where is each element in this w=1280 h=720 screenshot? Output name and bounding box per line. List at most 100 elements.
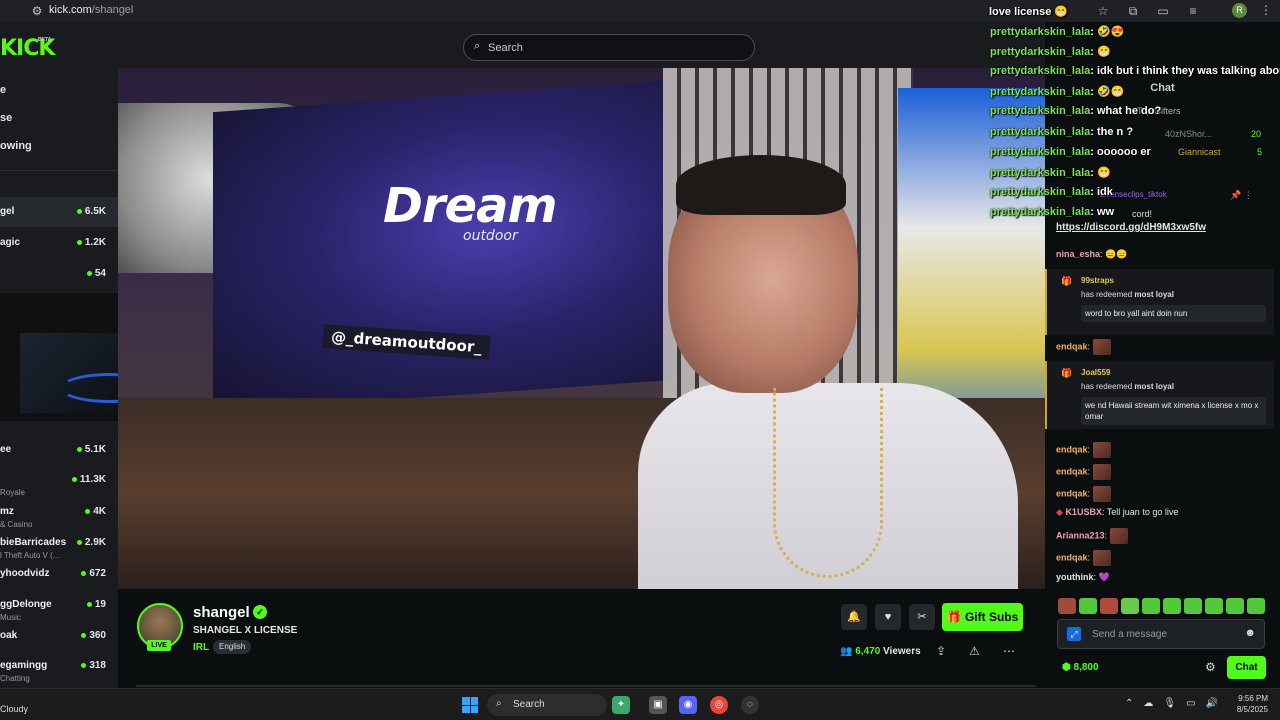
overlay-chat-user: prettydarkskin_lala [990, 167, 1091, 179]
channel-name: ee [0, 444, 12, 455]
chat-username[interactable]: nina_esha [1056, 249, 1100, 259]
overlay-chat-line: prettydarkskin_lala: 😁 [990, 166, 1111, 179]
obs-icon[interactable]: ◌ [741, 696, 759, 714]
sidebar-channel[interactable]: agic 1.2K [0, 228, 118, 258]
chat-username[interactable]: endqak [1056, 552, 1088, 562]
network-icon[interactable]: ☁ [1143, 698, 1153, 709]
sidebar-nav-home[interactable]: e [0, 84, 6, 96]
emote-button[interactable] [1142, 598, 1160, 614]
chrome-icon[interactable]: ◎ [710, 696, 728, 714]
channel-name: mz [0, 506, 14, 517]
channel-viewer-count: 360 [89, 630, 106, 641]
clip-icon[interactable]: ✂ [909, 604, 935, 630]
channel-points[interactable]: ⬢ 8,800 [1062, 662, 1099, 673]
emote-button[interactable] [1121, 598, 1139, 614]
viewer-count: 2.9K [76, 537, 106, 548]
emote-button[interactable] [1184, 598, 1202, 614]
send-options-icon[interactable]: ⤢ [1067, 627, 1081, 641]
viewer-count: 672 [81, 568, 106, 579]
overlay-chat-line: prettydarkskin_lala: idk but i think the… [990, 65, 1280, 77]
emote-button[interactable] [1205, 598, 1223, 614]
sidebar-channel[interactable]: Royale 11.3K [0, 466, 118, 497]
notification-bell-icon[interactable]: 🔔 [841, 604, 867, 630]
task-view-icon[interactable]: ▣ [649, 696, 667, 714]
redeem-username[interactable]: 99straps [1081, 276, 1114, 285]
system-clock[interactable]: 9:56 PM 8/5/2025 [1220, 693, 1268, 715]
live-dot-icon [81, 662, 87, 668]
emote [1109, 528, 1128, 544]
chat-send-button[interactable]: Chat [1227, 656, 1266, 679]
redeem-username[interactable]: Joal559 [1081, 368, 1110, 377]
emote-button[interactable] [1079, 598, 1097, 614]
sidebar-channel[interactable]: 54 [0, 259, 118, 289]
chat-message: endqak: [1056, 442, 1111, 458]
chevron-up-icon[interactable]: ⌃ [1125, 698, 1133, 709]
sidebar-channel[interactable]: ggDelonge Music 19 [0, 598, 118, 628]
sidebar-channel[interactable]: ee 5.1K [0, 435, 118, 465]
site-info-icon[interactable]: ⚙ [30, 4, 44, 18]
chat-username[interactable]: endqak [1056, 488, 1088, 498]
viewer-count: 6.5K [76, 206, 106, 217]
overlay-chat: love license 😁 prettydarkskin_lala: 🤣😍 p… [986, 0, 1280, 225]
search-input[interactable]: ⌕ Search [463, 34, 755, 61]
live-dot-icon [76, 539, 82, 545]
emote-button[interactable] [1226, 598, 1244, 614]
follow-heart-icon[interactable]: ♥ [875, 604, 901, 630]
display-icon[interactable]: ▭ [1186, 698, 1195, 709]
streamer-name[interactable]: shangel [193, 604, 250, 621]
chat-username[interactable]: endqak [1056, 466, 1088, 476]
language-tag[interactable]: English [213, 640, 252, 654]
report-icon[interactable]: ⚠ [969, 644, 980, 658]
more-options-icon[interactable]: ⋯ [1003, 644, 1015, 658]
taskbar-search[interactable]: ⌕ Search [487, 694, 607, 716]
sidebar-channel[interactable]: gel 6.5K [0, 197, 118, 227]
sidebar-channel[interactable]: egamingg Chatting 318 [0, 660, 118, 690]
emote [1092, 339, 1111, 355]
copilot-icon[interactable]: ✦ [612, 696, 630, 714]
address-bar[interactable]: kick.com/shangel [49, 4, 133, 16]
weather-widget[interactable]: Cloudy [0, 704, 28, 714]
viewers-label: Viewers [883, 646, 921, 657]
chat-username[interactable]: endqak [1056, 341, 1088, 351]
microphone-icon[interactable]: 🎙 [1163, 698, 1176, 709]
volume-icon[interactable]: 🔊 [1206, 698, 1218, 709]
emoji-icon[interactable]: ☻ [1244, 627, 1256, 639]
chat-text: : 😑😑 [1100, 249, 1128, 259]
emote-button[interactable] [1100, 598, 1118, 614]
emote-button[interactable] [1163, 598, 1181, 614]
clock-time: 9:56 PM [1238, 694, 1268, 703]
gold-chain [773, 388, 883, 578]
emote [1092, 442, 1111, 458]
sidebar-channel[interactable]: bieBarricades l Theft Auto V (... 2.9K [0, 536, 118, 566]
gift-subs-button[interactable]: 🎁 Gift Subs [942, 603, 1023, 631]
channel-name: egamingg [0, 660, 48, 671]
sidebar-channel[interactable]: mz & Casino 4K [0, 505, 118, 535]
overlay-chat-text: love license [989, 6, 1052, 18]
windows-start-icon[interactable] [462, 697, 478, 713]
chat-username[interactable]: K1USBX [1065, 507, 1102, 517]
channel-name: gel [0, 206, 15, 217]
chat-username[interactable]: endqak [1056, 444, 1088, 454]
chat-message-input[interactable]: ⤢ Send a message ☻ [1057, 619, 1265, 649]
overlay-chat-text: : idk but i think they was talking about [1090, 65, 1280, 77]
sidebar-nav-following[interactable]: owing [0, 140, 32, 152]
emote-button[interactable] [1247, 598, 1265, 614]
viewer-count: 54 [86, 268, 106, 279]
overlay-chat-user: prettydarkskin_lala [990, 65, 1091, 77]
category-link[interactable]: IRL [193, 642, 209, 653]
redeem-reward: most loyal [1134, 382, 1174, 391]
sidebar-channel[interactable]: yhoodvidz 672 [0, 567, 118, 597]
chat-settings-icon[interactable]: ⚙ [1205, 660, 1216, 674]
share-icon[interactable]: ⇪ [936, 644, 946, 658]
live-dot-icon [76, 208, 82, 214]
sidebar-nav-browse[interactable]: se [0, 112, 12, 124]
chat-username[interactable]: youthink [1056, 572, 1094, 582]
channel-category: Chatting [0, 674, 30, 683]
discord-icon[interactable]: ◉ [679, 696, 697, 714]
emote-button[interactable] [1058, 598, 1076, 614]
sidebar-channel[interactable]: oak 360 [0, 629, 118, 659]
video-player[interactable]: Dream outdoor @_dreamoutdoor_ [118, 68, 1045, 589]
channel-category: Music [0, 613, 21, 622]
chat-username[interactable]: Arianna213 [1056, 530, 1105, 540]
overlay-chat-user: prettydarkskin_lala [990, 46, 1091, 58]
